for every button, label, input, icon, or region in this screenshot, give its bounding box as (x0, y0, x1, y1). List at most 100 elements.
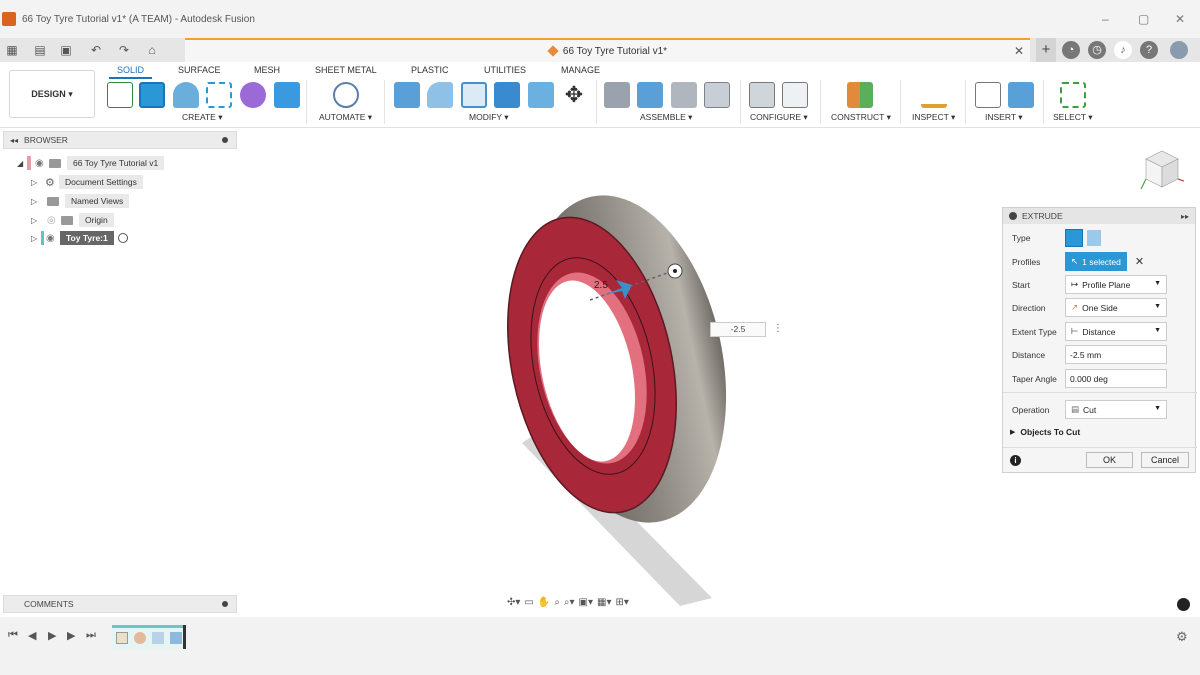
tab-plastic[interactable]: PLASTIC (411, 65, 449, 75)
redo-icon[interactable]: ↷ (114, 43, 134, 57)
close-window-button[interactable]: ✕ (1175, 12, 1185, 26)
collapsed-triangle-icon[interactable]: ▷ (31, 197, 41, 206)
visibility-eye-icon[interactable]: ◉ (35, 158, 49, 169)
type-thin-icon[interactable] (1087, 230, 1101, 246)
collapsed-triangle-icon[interactable]: ▷ (31, 234, 41, 243)
grid-settings-icon[interactable]: ▦▾ (597, 597, 611, 608)
distance-field[interactable]: -2.5 mm (1065, 345, 1167, 364)
ok-button[interactable]: OK (1086, 452, 1133, 468)
configure-menu[interactable]: CONFIGURE ▾ (750, 112, 808, 123)
create-menu[interactable]: CREATE ▾ (182, 112, 222, 123)
revolve-icon[interactable] (173, 82, 199, 108)
select-menu[interactable]: SELECT ▾ (1053, 112, 1093, 123)
comments-panel-header[interactable]: COMMENTS (3, 595, 237, 613)
close-tab-icon[interactable]: ✕ (1014, 44, 1024, 58)
collapsed-triangle-icon[interactable]: ▷ (31, 216, 41, 225)
apps-grid-icon[interactable]: ▦ (2, 43, 22, 57)
zoom-window-icon[interactable]: ⌕▾ (564, 597, 575, 608)
direction-dropdown[interactable]: ↗ One Side ▼ (1065, 298, 1167, 317)
configuration-table-icon[interactable] (782, 82, 808, 108)
more-options-icon[interactable]: ⋮ (773, 323, 783, 334)
feedback-icon[interactable] (1177, 598, 1190, 611)
pin-icon[interactable] (222, 601, 228, 607)
modify-menu[interactable]: MODIFY ▾ (469, 112, 509, 123)
automate-menu[interactable]: AUTOMATE ▾ (319, 112, 372, 123)
home-icon[interactable]: ⌂ (142, 43, 162, 57)
timeline-settings-gear-icon[interactable]: ⚙ (1176, 629, 1188, 645)
insert-image-icon[interactable] (1008, 82, 1034, 108)
extrude-dialog-header[interactable]: EXTRUDE ▸▸ (1003, 208, 1195, 224)
tree-item-origin[interactable]: ▷ ◎ Origin (31, 213, 114, 227)
step-back-icon[interactable]: ◀ (28, 629, 36, 642)
timeline-marker[interactable] (183, 625, 186, 649)
save-icon[interactable]: ▣ (56, 43, 76, 57)
tab-solid[interactable]: SOLID (108, 65, 153, 79)
timeline-sketch-icon[interactable] (116, 632, 128, 644)
new-component-icon[interactable] (604, 82, 630, 108)
new-tab-button[interactable]: + (1036, 38, 1056, 62)
extent-type-dropdown[interactable]: ⊢ Distance ▼ (1065, 322, 1167, 341)
create-sketch-icon[interactable] (107, 82, 133, 108)
configure-icon[interactable] (749, 82, 775, 108)
display-settings-icon[interactable]: ▣▾ (579, 597, 593, 608)
document-tab[interactable]: 66 Toy Tyre Tutorial v1* ✕ (185, 38, 1030, 62)
shell-icon[interactable] (461, 82, 487, 108)
assemble-menu[interactable]: ASSEMBLE ▾ (640, 112, 692, 123)
collapsed-triangle-icon[interactable]: ▷ (31, 178, 41, 187)
tab-surface[interactable]: SURFACE (178, 65, 221, 75)
timeline-fillet-icon[interactable] (152, 632, 164, 644)
timeline-extrude-icon[interactable] (170, 632, 182, 644)
job-status-icon[interactable]: ◷ (1088, 41, 1106, 59)
help-icon[interactable]: ? (1140, 41, 1158, 59)
bill-of-materials-icon[interactable] (704, 82, 730, 108)
user-avatar[interactable] (1170, 41, 1188, 59)
extensions-icon[interactable]: ◔ (1062, 41, 1080, 59)
automate-icon[interactable] (333, 82, 359, 108)
move-copy-icon[interactable]: ✥ (561, 82, 587, 108)
play-icon[interactable]: ▶ (48, 629, 56, 642)
workspace-switcher[interactable]: DESIGN ▾ (9, 70, 95, 118)
look-at-icon[interactable]: ▭ (524, 597, 533, 608)
construct-menu[interactable]: CONSTRUCT ▾ (831, 112, 891, 123)
orbit-icon[interactable]: ✣▾ (507, 597, 520, 608)
viewports-icon[interactable]: ⊞▾ (615, 597, 628, 608)
zoom-icon[interactable]: ⌕ (554, 597, 560, 608)
undo-icon[interactable]: ↶ (86, 43, 106, 57)
extrude-icon[interactable] (139, 82, 165, 108)
collapse-icon[interactable]: ◂◂ (10, 136, 18, 145)
insert-derive-icon[interactable] (975, 82, 1001, 108)
view-cube[interactable] (1138, 147, 1184, 193)
as-built-joint-icon[interactable] (671, 82, 697, 108)
insert-menu[interactable]: INSERT ▾ (985, 112, 1023, 123)
press-pull-icon[interactable] (394, 82, 420, 108)
distance-input[interactable]: -2.5 (710, 322, 766, 337)
tab-sheet-metal[interactable]: SHEET METAL (315, 65, 377, 75)
timeline-revolve-icon[interactable] (134, 632, 146, 644)
objects-to-cut-row[interactable]: ▶ Objects To Cut (1003, 427, 1197, 437)
profiles-select-button[interactable]: ↖ 1 selected (1065, 252, 1127, 271)
go-to-end-icon[interactable]: ⏭ (86, 629, 96, 642)
inspect-menu[interactable]: INSPECT ▾ (912, 112, 955, 123)
tree-item-toy-tyre[interactable]: ▷ ◉ Toy Tyre:1 (31, 231, 128, 245)
start-dropdown[interactable]: ↦ Profile Plane ▼ (1065, 275, 1167, 294)
offset-face-icon[interactable] (528, 82, 554, 108)
tree-item-named-views[interactable]: ▷ Named Views (31, 194, 130, 208)
type-solid-icon[interactable] (1065, 229, 1083, 247)
offset-plane-icon[interactable] (847, 82, 873, 108)
tree-item-document-settings[interactable]: ▷ ⚙ Document Settings (31, 175, 143, 189)
notifications-bell-icon[interactable]: ♪ (1114, 41, 1132, 59)
sweep-icon[interactable] (206, 82, 232, 108)
pan-icon[interactable]: ✋ (538, 597, 550, 608)
step-forward-icon[interactable]: ▶ (67, 629, 75, 642)
cancel-button[interactable]: Cancel (1141, 452, 1189, 468)
fillet-icon[interactable] (427, 82, 453, 108)
combine-icon[interactable] (494, 82, 520, 108)
hidden-eye-icon[interactable]: ◎ (47, 215, 61, 226)
clear-selection-icon[interactable]: ✕ (1135, 255, 1144, 268)
minimize-button[interactable]: – (1102, 12, 1109, 26)
activate-radio-icon[interactable] (117, 233, 128, 243)
tab-utilities[interactable]: UTILITIES (484, 65, 526, 75)
measure-icon[interactable] (921, 82, 947, 108)
go-to-start-icon[interactable]: ⏮ (8, 629, 18, 642)
create-form-icon[interactable] (240, 82, 266, 108)
